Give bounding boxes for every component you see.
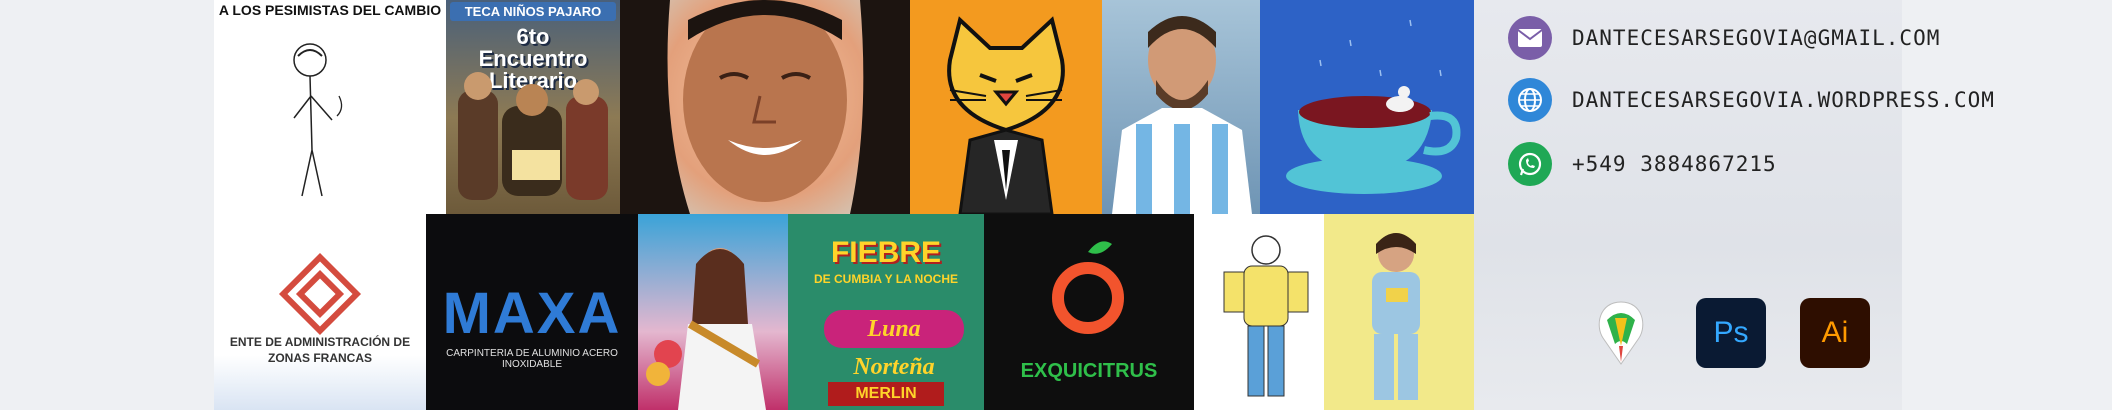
maxa-logo: MAXA	[442, 281, 622, 346]
exquicitrus-name: EXQUICITRUS	[1020, 360, 1158, 382]
cat-in-suit-illustration	[947, 16, 1065, 214]
contact-website[interactable]: DANTECESARSEGOVIA.WORDPRESS.COM	[1508, 78, 1995, 122]
pajama-sketch-illustration	[1223, 235, 1309, 397]
child-pajama-illustration	[1372, 233, 1420, 400]
contact-email[interactable]: DANTECESARSEGOVIA@GMAIL.COM	[1508, 16, 1940, 60]
artwork-cat[interactable]	[910, 0, 1102, 214]
queen-portrait-illustration	[646, 248, 766, 410]
reading-family-drawing	[458, 72, 608, 200]
illustrator-icon: Ai	[1800, 298, 1870, 368]
fiebre-title: FIEBRE	[830, 236, 941, 269]
whatsapp-icon	[1508, 142, 1552, 186]
contact-panel: DANTECESARSEGOVIA@GMAIL.COM DANTECESARSE…	[1474, 0, 1994, 410]
artwork-football-player[interactable]	[1102, 0, 1260, 214]
photoshop-icon: Ps	[1696, 298, 1766, 368]
fiebre-band-name: Luna Norteña	[824, 310, 964, 380]
fiebre-act-name: MERLIN	[828, 382, 944, 406]
maxa-tagline: CARPINTERIA DE ALUMINIO ACERO INOXIDABLE	[446, 348, 618, 370]
artwork-fiebre-poster[interactable]: FIEBRE DE CUMBIA Y LA NOCHE Luna Norteña…	[788, 214, 984, 410]
artwork-pajama-photo[interactable]	[1324, 214, 1474, 410]
artwork-maxa[interactable]: MAXA CARPINTERIA DE ALUMINIO ACERO INOXI…	[426, 214, 638, 410]
artwork-portrait[interactable]	[620, 0, 910, 214]
artwork-encuentro-literario[interactable]: TECA NIÑOS PAJARO 6to Encuentro Literari…	[446, 0, 620, 214]
contact-phone[interactable]: +549 3884867215	[1508, 142, 1777, 186]
portrait-illustration	[620, 0, 910, 214]
artwork-pesimistas[interactable]: A LOS PESIMISTAS DEL CAMBIO	[214, 0, 446, 214]
fiebre-subtitle: DE CUMBIA Y LA NOCHE	[813, 272, 958, 286]
email-text: DANTECESARSEGOVIA@GMAIL.COM	[1572, 26, 1941, 50]
coreldraw-icon	[1586, 298, 1656, 368]
tea-cup-illustration	[1286, 19, 1461, 194]
stick-figure-drawing	[293, 43, 343, 197]
artwork-exquicitrus[interactable]: EXQUICITRUS	[984, 214, 1194, 410]
website-text: DANTECESARSEGOVIA.WORDPRESS.COM	[1572, 88, 1995, 112]
artwork-queen-portrait[interactable]	[638, 214, 788, 410]
globe-icon	[1508, 78, 1552, 122]
artwork-pajama-design[interactable]	[1194, 214, 1324, 410]
phone-text: +549 3884867215	[1572, 152, 1777, 176]
artwork-tea-cup[interactable]	[1260, 0, 1474, 214]
football-player-illustration	[1112, 16, 1252, 214]
email-icon	[1508, 16, 1552, 60]
artwork-zonas-francas[interactable]: ENTE DE ADMINISTRACIÓN DE ZONAS FRANCAS	[214, 214, 426, 410]
zonas-francas-caption: ENTE DE ADMINISTRACIÓN DE ZONAS FRANCAS	[229, 335, 411, 365]
zonas-francas-logo-icon	[278, 252, 362, 336]
